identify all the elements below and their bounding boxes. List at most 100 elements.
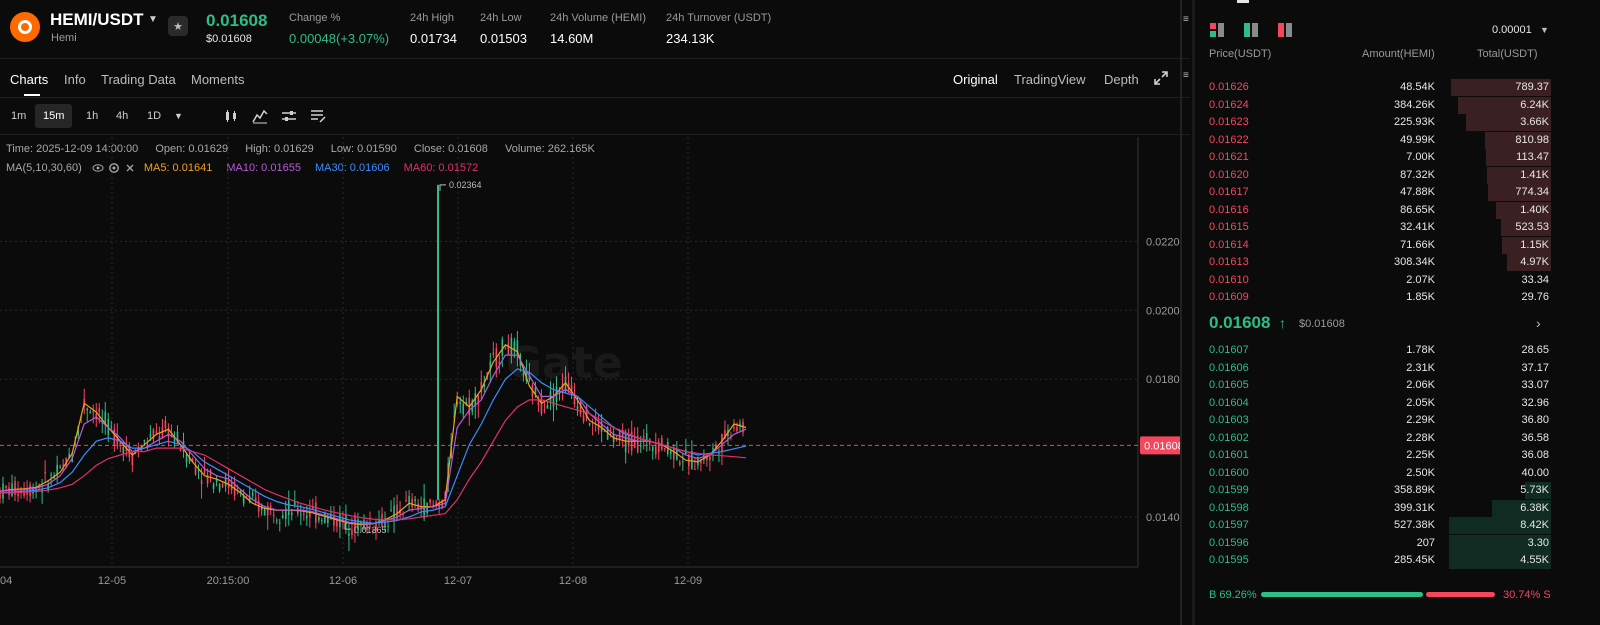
view-original[interactable]: Original	[953, 72, 998, 87]
interval-1d[interactable]: 1D	[139, 104, 169, 128]
expand-icon[interactable]	[1154, 71, 1168, 85]
chevron-right-icon[interactable]: ›	[1536, 315, 1541, 331]
candle-body	[303, 513, 305, 515]
bid-row[interactable]: 0.01604 2.05K 32.96	[1209, 395, 1551, 412]
tab-charts[interactable]: Charts	[10, 72, 48, 87]
bid-amount: 207	[1416, 536, 1435, 549]
settings-sliders-icon[interactable]	[281, 108, 297, 124]
candlestick-type-icon[interactable]	[223, 108, 239, 124]
bid-price: 0.01604	[1209, 396, 1249, 409]
candle-body	[242, 496, 245, 504]
ask-amount: 47.88K	[1400, 186, 1435, 198]
ask-amount: 308.34K	[1394, 256, 1435, 268]
tab-moments[interactable]: Moments	[191, 72, 244, 87]
interval-4h[interactable]: 4h	[108, 104, 136, 128]
candle-body	[89, 411, 92, 414]
candle-body	[278, 522, 281, 524]
candle-body	[290, 512, 293, 515]
candle-body	[663, 448, 666, 450]
orderbook-bids-icon[interactable]	[1244, 23, 1260, 37]
candle-body	[718, 453, 720, 455]
drawing-tools-icon[interactable]	[310, 108, 326, 124]
price-chart[interactable]: 0.02200 0.02000 0.01800 0.01400 04 12-05 20:15…	[0, 137, 1180, 587]
candle-body	[588, 423, 591, 425]
ask-row[interactable]: 0.01614 71.66K 1.15K	[1209, 236, 1551, 254]
tab-info[interactable]: Info	[64, 72, 86, 87]
bid-price: 0.01605	[1209, 379, 1249, 391]
bid-row[interactable]: 0.01599 358.89K 5.73K	[1209, 482, 1551, 499]
bid-row[interactable]: 0.01602 2.28K 36.58	[1209, 430, 1551, 447]
ask-total: 810.98	[1515, 133, 1549, 146]
ask-amount: 49.99K	[1400, 133, 1435, 146]
bid-row[interactable]: 0.01605 2.06K 33.07	[1209, 377, 1551, 394]
bid-amount: 2.29K	[1406, 414, 1435, 426]
ask-amount: 48.54K	[1400, 81, 1435, 93]
bid-row[interactable]: 0.01607 1.78K 28.65	[1209, 342, 1551, 359]
interval-dropdown-icon[interactable]: ▼	[174, 111, 183, 121]
bid-row[interactable]: 0.01597 527.38K 8.42K	[1209, 517, 1551, 534]
ask-row[interactable]: 0.01613 308.34K 4.97K	[1209, 254, 1551, 271]
ask-row[interactable]: 0.01617 47.88K 774.34	[1209, 184, 1551, 201]
bid-row[interactable]: 0.01603 2.29K 36.80	[1209, 412, 1551, 429]
interval-15m[interactable]: 15m	[35, 104, 73, 128]
pair-selector[interactable]: HEMI/USDT	[50, 10, 144, 30]
ask-row[interactable]: 0.01621 7.00K 113.47	[1209, 149, 1551, 166]
ask-row[interactable]: 0.01622 49.99K 810.98	[1209, 131, 1551, 149]
candle-body	[149, 433, 152, 438]
chevron-down-icon[interactable]: ▼	[1540, 25, 1549, 35]
ask-row[interactable]: 0.01610 2.07K 33.34	[1209, 272, 1551, 289]
bid-amount: 358.89K	[1394, 484, 1435, 496]
bid-amount: 2.06K	[1406, 379, 1435, 391]
current-price-label: 0.01608	[1144, 440, 1180, 452]
min-price-label: 0.01365	[354, 525, 387, 535]
ask-row[interactable]: 0.01616 86.65K 1.40K	[1209, 201, 1551, 219]
candle-body	[44, 471, 46, 474]
indicators-icon[interactable]	[252, 108, 268, 124]
candle-body	[733, 427, 735, 429]
bid-row[interactable]: 0.01606 2.31K 37.17	[1209, 360, 1551, 377]
orderbook-asks-icon[interactable]	[1278, 23, 1294, 37]
bid-price: 0.01601	[1209, 449, 1249, 461]
candle-body	[300, 514, 302, 516]
ask-row[interactable]: 0.01609 1.85K 29.76	[1209, 289, 1551, 306]
bid-row[interactable]: 0.01601 2.25K 36.08	[1209, 447, 1551, 464]
ask-price: 0.01623	[1209, 116, 1249, 128]
precision-select[interactable]: 0.00001	[1492, 24, 1532, 36]
interval-1h[interactable]: 1h	[78, 104, 106, 128]
scroll-handle[interactable]	[1237, 0, 1249, 3]
candle-body	[143, 439, 146, 442]
tab-trading-data[interactable]: Trading Data	[101, 72, 176, 87]
ask-row[interactable]: 0.01620 87.32K 1.41K	[1209, 166, 1551, 184]
menu-icon[interactable]: ≡	[1183, 14, 1189, 25]
orderbook-both-icon[interactable]	[1210, 23, 1226, 37]
ask-total: 1.41K	[1520, 168, 1549, 181]
favorite-star-button[interactable]: ★	[168, 16, 188, 36]
interval-1m[interactable]: 1m	[3, 104, 34, 128]
panel-divider	[1180, 0, 1182, 625]
bid-row[interactable]: 0.01595 285.45K 4.55K	[1209, 552, 1551, 569]
menu-icon[interactable]: ≡	[1183, 70, 1189, 81]
ask-row[interactable]: 0.01615 32.41K 523.53	[1209, 219, 1551, 236]
bid-row[interactable]: 0.01600 2.50K 40.00	[1209, 465, 1551, 482]
ask-price: 0.01621	[1209, 151, 1249, 163]
col-amount: Amount(HEMI)	[1362, 48, 1435, 60]
bid-total: 4.55K	[1520, 554, 1549, 566]
x-tick-label: 12-09	[674, 575, 702, 587]
bid-row[interactable]: 0.01596 207 3.30	[1209, 534, 1551, 552]
bid-total: 28.65	[1521, 344, 1549, 356]
candle-body	[679, 462, 681, 465]
hemi-logo-icon	[10, 12, 40, 42]
candle-body	[633, 436, 636, 449]
chevron-down-icon[interactable]: ▼	[148, 14, 158, 25]
stat-value: 0.01503	[480, 31, 527, 46]
ask-total: 29.76	[1521, 291, 1549, 303]
ask-row[interactable]: 0.01624 384.26K 6.24K	[1209, 96, 1551, 114]
view-tradingview[interactable]: TradingView	[1014, 72, 1086, 87]
view-depth[interactable]: Depth	[1104, 72, 1139, 87]
ask-row[interactable]: 0.01623 225.93K 3.66K	[1209, 114, 1551, 131]
bid-amount: 2.25K	[1406, 449, 1435, 461]
candle-body	[736, 426, 738, 431]
bid-row[interactable]: 0.01598 399.31K 6.38K	[1209, 499, 1551, 517]
candle-body	[522, 373, 525, 376]
ask-row[interactable]: 0.01626 48.54K 789.37	[1209, 79, 1551, 96]
